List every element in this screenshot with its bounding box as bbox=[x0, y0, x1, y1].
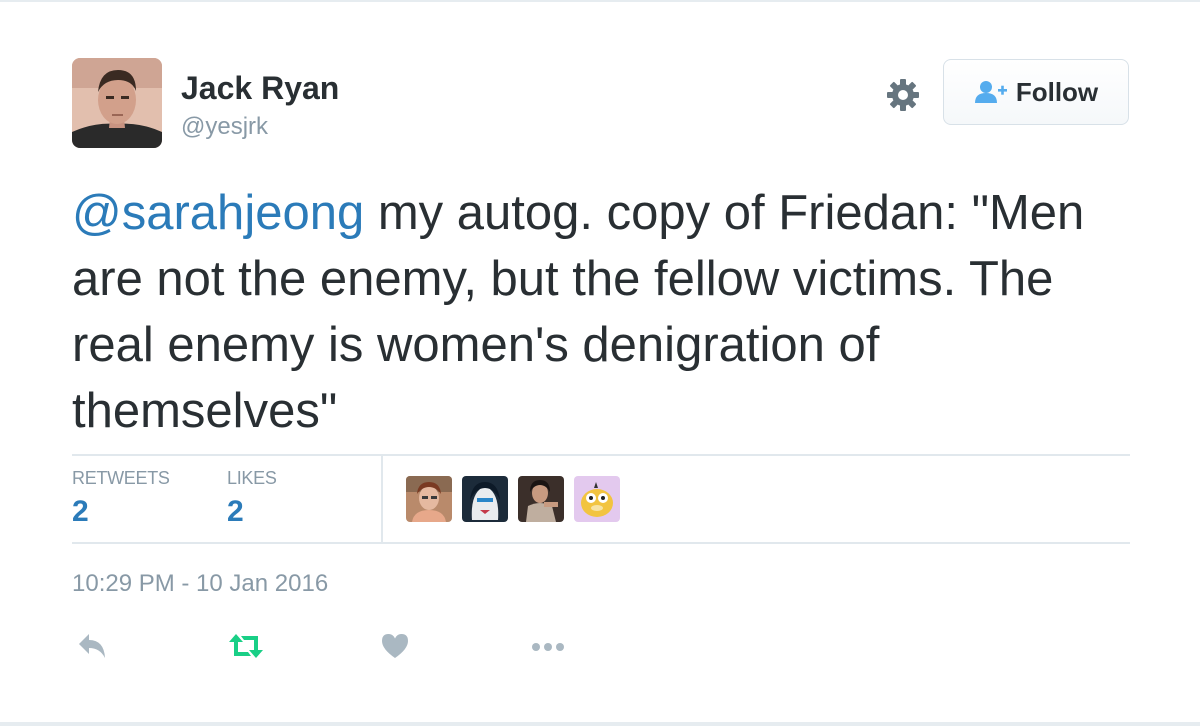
likes-stat[interactable]: LIKES 2 bbox=[227, 468, 277, 529]
stats-bottom-divider bbox=[72, 542, 1130, 544]
author-avatar[interactable] bbox=[72, 58, 162, 148]
retweet-icon[interactable] bbox=[226, 630, 266, 662]
bottom-border bbox=[0, 722, 1200, 726]
liker-avatar[interactable] bbox=[518, 476, 564, 522]
more-icon[interactable] bbox=[528, 630, 568, 662]
retweets-label: RETWEETS bbox=[72, 468, 170, 488]
liker-avatar[interactable] bbox=[574, 476, 620, 522]
retweets-stat[interactable]: RETWEETS 2 bbox=[72, 468, 170, 529]
heart-icon[interactable] bbox=[380, 630, 410, 662]
tweet-mention-link[interactable]: @sarahjeong bbox=[72, 186, 364, 240]
liker-avatars bbox=[406, 476, 620, 522]
retweets-count: 2 bbox=[72, 495, 89, 528]
likes-count: 2 bbox=[227, 495, 244, 528]
gear-icon[interactable] bbox=[884, 76, 922, 114]
tweet-text: @sarahjeong my autog. copy of Friedan: "… bbox=[72, 180, 1132, 444]
likes-label: LIKES bbox=[227, 468, 277, 488]
liker-avatar[interactable] bbox=[406, 476, 452, 522]
reply-icon[interactable] bbox=[76, 630, 108, 662]
author-name[interactable]: Jack Ryan bbox=[181, 70, 339, 107]
follow-button[interactable]: Follow bbox=[943, 59, 1129, 125]
tweet-timestamp[interactable]: 10:29 PM - 10 Jan 2016 bbox=[72, 570, 328, 598]
author-handle[interactable]: @yesjrk bbox=[181, 113, 268, 141]
stats-top-divider bbox=[72, 454, 1130, 456]
follow-user-icon bbox=[974, 81, 1007, 103]
stats-vertical-divider bbox=[381, 456, 383, 542]
top-border bbox=[0, 0, 1200, 2]
liker-avatar[interactable] bbox=[462, 476, 508, 522]
follow-label: Follow bbox=[1015, 76, 1099, 107]
